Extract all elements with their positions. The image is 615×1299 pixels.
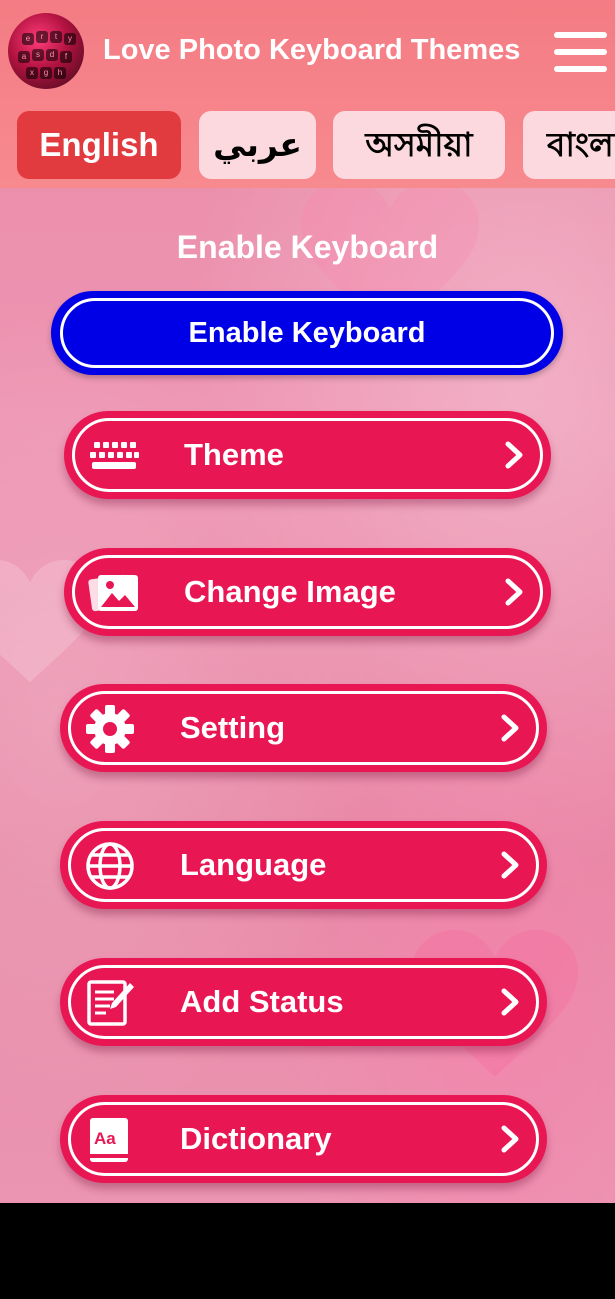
dictionary-label: Dictionary bbox=[180, 1121, 332, 1156]
app-title: Love Photo Keyboard Themes bbox=[103, 34, 521, 66]
tab-arabic[interactable]: عربي bbox=[199, 111, 316, 179]
theme-button[interactable]: Theme bbox=[64, 411, 551, 499]
setting-button[interactable]: Setting bbox=[60, 684, 547, 772]
hamburger-menu-icon[interactable] bbox=[554, 32, 607, 72]
add-status-label: Add Status bbox=[180, 984, 344, 1019]
language-button[interactable]: Language bbox=[60, 821, 547, 909]
dictionary-button[interactable]: Aa Dictionary bbox=[60, 1095, 547, 1183]
theme-label: Theme bbox=[184, 437, 284, 472]
enable-keyboard-button[interactable]: Enable Keyboard bbox=[51, 291, 563, 375]
image-icon bbox=[88, 574, 138, 612]
chevron-right-icon bbox=[501, 1125, 519, 1153]
top-app-bar: e r t y a s d f x g h Love Photo Keyboar… bbox=[0, 0, 615, 188]
language-tab-bar: English عربي অসমীয়া বাংলা bbox=[0, 111, 615, 181]
edit-note-icon bbox=[87, 980, 134, 1026]
tab-bengali[interactable]: বাংলা bbox=[523, 111, 615, 179]
app-logo-avatar: e r t y a s d f x g h bbox=[8, 13, 84, 89]
language-label: Language bbox=[180, 847, 327, 882]
dictionary-icon: Aa bbox=[90, 1118, 128, 1162]
chevron-right-icon bbox=[505, 441, 523, 469]
keyboard-icon bbox=[90, 442, 139, 469]
gear-icon bbox=[86, 705, 134, 753]
globe-icon bbox=[86, 842, 134, 890]
change-image-button[interactable]: Change Image bbox=[64, 548, 551, 636]
chevron-right-icon bbox=[505, 578, 523, 606]
chevron-right-icon bbox=[501, 714, 519, 742]
app-screen: e r t y a s d f x g h Love Photo Keyboar… bbox=[0, 0, 615, 1203]
tab-english[interactable]: English bbox=[17, 111, 181, 179]
change-image-label: Change Image bbox=[184, 574, 396, 609]
section-title: Enable Keyboard bbox=[176, 229, 439, 265]
chevron-right-icon bbox=[501, 988, 519, 1016]
enable-keyboard-label: Enable Keyboard bbox=[188, 317, 426, 349]
add-status-button[interactable]: Add Status bbox=[60, 958, 547, 1046]
svg-text:Aa: Aa bbox=[94, 1129, 116, 1148]
tab-assamese[interactable]: অসমীয়া bbox=[333, 111, 505, 179]
setting-label: Setting bbox=[180, 710, 286, 745]
chevron-right-icon bbox=[501, 851, 519, 879]
